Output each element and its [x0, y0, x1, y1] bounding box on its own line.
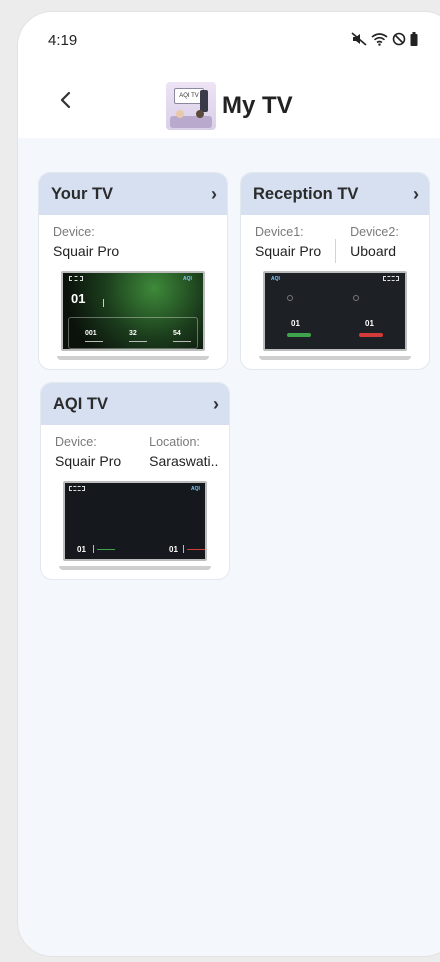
mute-icon [351, 32, 367, 46]
chevron-right-icon: › [413, 183, 419, 204]
do-not-disturb-icon [392, 32, 406, 46]
device-label: Device: [55, 435, 97, 449]
back-button[interactable] [54, 88, 78, 112]
chevron-left-icon [60, 91, 71, 109]
device2-value: Uboard [350, 243, 397, 259]
tv-left-value: 01 [77, 545, 86, 554]
wifi-icon [371, 33, 388, 46]
tv-card-reception-tv[interactable]: Reception TV › Device1: Squair Pro Devic… [240, 172, 430, 370]
divider [335, 239, 337, 263]
tv-card-title: AQI TV [53, 394, 109, 413]
battery-icon [410, 32, 418, 46]
status-time: 4:19 [48, 32, 78, 49]
aqi-tv-logo: AQI TV [166, 82, 216, 130]
tv-card-aqi-tv[interactable]: AQI TV › Device: Squair Pro Location: Sa… [40, 382, 230, 580]
tv-card-header[interactable]: Reception TV › [241, 173, 429, 215]
tv-card-title: Reception TV [253, 184, 359, 203]
top-bar: 4:19 AQI TV My TV [18, 12, 440, 138]
tv-preview-your-tv: AQI 01 001 32 54 [57, 271, 209, 360]
tv-right-value: 01 [365, 319, 374, 328]
device1-value: Squair Pro [255, 243, 322, 259]
tv-preview-reception-tv: AQI 01 01 [259, 271, 411, 360]
tv-main-value: 01 [71, 291, 86, 306]
status-icons [351, 32, 418, 46]
tv-card-header[interactable]: AQI TV › [41, 383, 229, 425]
location-value: Saraswati.. [149, 453, 219, 469]
tv-preview-aqi-tv: AQI 01 01 [59, 481, 211, 570]
tv-pollutant-value: 32 [129, 330, 137, 337]
chevron-right-icon: › [211, 183, 217, 204]
device-value: Squair Pro [55, 453, 122, 469]
page-header: AQI TV My TV [166, 82, 293, 130]
location-label: Location: [149, 435, 200, 449]
device2-label: Device2: [350, 225, 399, 239]
device1-label: Device1: [255, 225, 304, 239]
tv-pollutant-value: 54 [173, 330, 181, 337]
tv-left-value: 01 [291, 319, 300, 328]
tv-card-your-tv[interactable]: Your TV › Device: Squair Pro AQI 01 001 … [38, 172, 228, 370]
page-title: My TV [222, 92, 293, 119]
phone-screen: 4:19 AQI TV My TV Your TV › Device: Squa… [18, 12, 440, 956]
device-value: Squair Pro [53, 243, 120, 259]
tv-card-title: Your TV [51, 184, 114, 203]
chevron-right-icon: › [213, 393, 219, 414]
tv-card-header[interactable]: Your TV › [39, 173, 227, 215]
tv-right-value: 01 [169, 545, 178, 554]
tv-pollutant-value: 001 [85, 330, 97, 337]
device-label: Device: [53, 225, 95, 239]
